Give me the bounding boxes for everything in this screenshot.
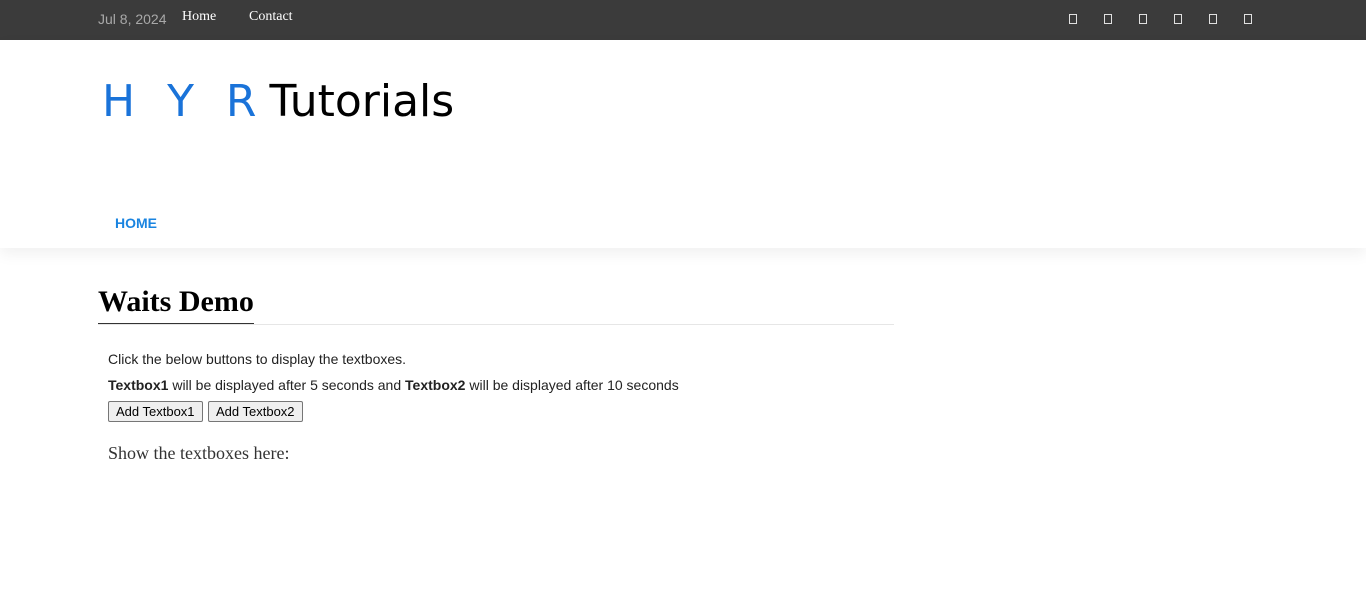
site-logo[interactable]: H Y R Tutorials — [102, 76, 454, 127]
page-title: Waits Demo — [98, 285, 254, 325]
add-textbox2-button[interactable]: Add Textbox2 — [208, 401, 303, 422]
nav-item-home[interactable]: HOME — [115, 215, 157, 231]
social-icon-5[interactable] — [1209, 14, 1217, 24]
textbox-area-label: Show the textboxes here: — [108, 443, 290, 463]
main-content: Waits Demo — [98, 285, 894, 325]
social-icon-1[interactable] — [1069, 14, 1077, 24]
top-bar: Jul 8, 2024 Home Contact — [0, 0, 1366, 40]
instruction-text: Click the below buttons to display the t… — [108, 351, 407, 367]
top-link-contact[interactable]: Contact — [249, 9, 293, 25]
top-link-home[interactable]: Home — [182, 9, 216, 25]
delay-description-end: will be displayed after 10 seconds — [465, 377, 679, 393]
logo-brand-letters: H Y R — [102, 76, 266, 127]
current-date: Jul 8, 2024 — [98, 11, 167, 27]
textbox1-label: Textbox1 — [108, 377, 169, 393]
social-icon-6[interactable] — [1244, 14, 1252, 24]
social-icon-3[interactable] — [1139, 14, 1147, 24]
textbox2-label: Textbox2 — [405, 377, 466, 393]
add-textbox1-button[interactable]: Add Textbox1 — [108, 401, 203, 422]
site-header: H Y R Tutorials HOME — [0, 40, 1366, 248]
delay-description: Textbox1 will be displayed after 5 secon… — [108, 377, 679, 393]
title-divider — [98, 324, 894, 325]
social-icon-4[interactable] — [1174, 14, 1182, 24]
social-icon-2[interactable] — [1104, 14, 1112, 24]
delay-description-mid: will be displayed after 5 seconds and — [168, 377, 406, 393]
logo-brand-word: Tutorials — [269, 76, 455, 127]
